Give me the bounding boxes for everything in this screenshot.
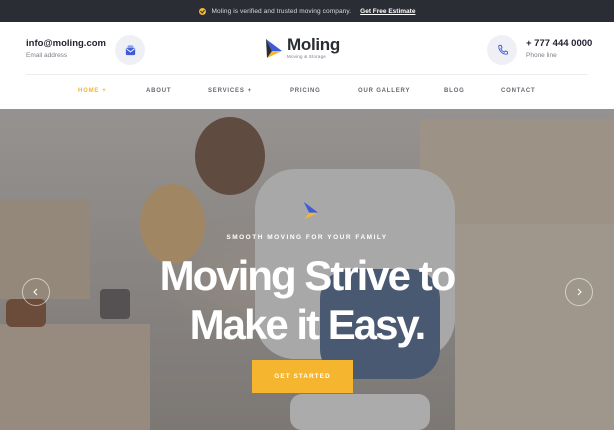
announcement-text: Moling is verified and trusted moving co… (211, 7, 352, 15)
logo-text: Moling (287, 35, 340, 54)
phone-label: Phone line (526, 52, 557, 59)
email-label: Email address (26, 52, 68, 59)
phone-icon[interactable] (487, 35, 517, 65)
nav-item-contact[interactable]: CONTACT (501, 88, 535, 94)
hero-title-line-2: Make it Easy. (189, 301, 427, 348)
nav-item-services[interactable]: SERVICES + (208, 88, 252, 94)
free-estimate-link[interactable]: Get Free Estimate (360, 8, 415, 15)
nav-item-about[interactable]: ABOUT (146, 88, 171, 94)
main-navigation: HOME + ABOUT SERVICES + PRICING OUR GALLER… (0, 74, 614, 109)
hero-logo-arrow-icon (303, 201, 319, 220)
nav-item-gallery[interactable]: OUR GALLERY (358, 88, 410, 94)
hero-tagline: SMOOTH MOVING FOR YOUR FAMILY (226, 234, 388, 241)
hero-title: Moving Strive to Make it Easy. (0, 251, 614, 349)
site-header: info@moling.com Email address Moling Mov… (0, 22, 614, 109)
logo-arrow-icon (266, 38, 282, 58)
chevron-left-icon (33, 288, 38, 296)
hero-title-line-1: Moving Strive to (159, 252, 457, 299)
nav-item-home[interactable]: HOME + (78, 88, 107, 94)
phone-contact: + 777 444 0000 Phone line (526, 38, 592, 59)
logo-tagline: Moving & Storage (287, 54, 326, 59)
mail-icon[interactable] (115, 35, 145, 65)
email-address[interactable]: info@moling.com (26, 38, 106, 49)
nav-item-blog[interactable]: BLOG (444, 88, 465, 94)
check-circle-icon (198, 7, 206, 15)
nav-item-pricing[interactable]: PRICING (290, 88, 321, 94)
slider-next-button[interactable] (565, 278, 593, 306)
slider-prev-button[interactable] (22, 278, 50, 306)
get-started-button[interactable]: GET STARTED (252, 360, 353, 393)
hero-section: SMOOTH MOVING FOR YOUR FAMILY Moving Str… (0, 109, 614, 430)
site-logo[interactable]: Moling Moving & Storage (263, 36, 340, 59)
email-contact: info@moling.com Email address (26, 38, 106, 59)
top-announcement-bar: Moling is verified and trusted moving co… (0, 0, 614, 22)
chevron-right-icon (577, 288, 582, 296)
phone-number[interactable]: + 777 444 0000 (526, 38, 592, 49)
